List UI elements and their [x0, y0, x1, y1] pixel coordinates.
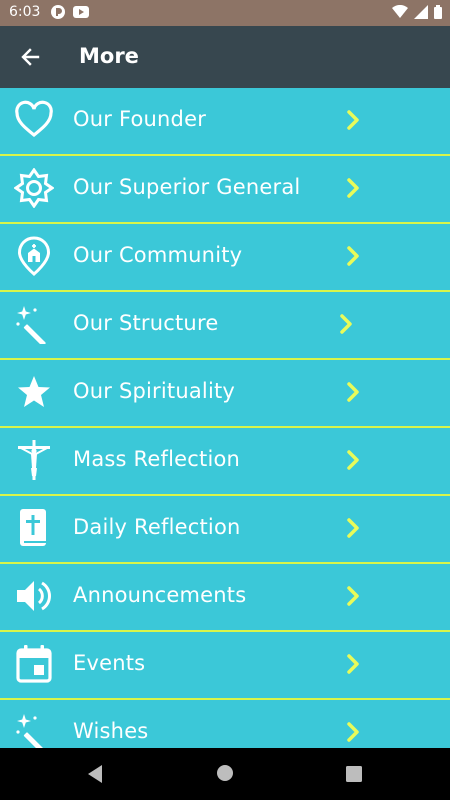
status-time: 6:03 [9, 4, 41, 20]
bible-icon [20, 509, 46, 546]
star-icon [18, 376, 50, 407]
nav-recents-icon[interactable] [346, 766, 362, 782]
status-bar: 6:03 [0, 0, 450, 26]
chevron-right-icon [347, 178, 359, 198]
menu-list: Our Founder Our Superior General Our Com… [0, 88, 450, 748]
signal-icon [414, 5, 428, 19]
arrow-back-icon [21, 48, 40, 66]
page-title: More [79, 44, 139, 68]
church-pin-icon [17, 236, 51, 276]
chevron-right-icon [347, 110, 359, 130]
status-left-icons [50, 4, 90, 20]
menu-item-label: Wishes [73, 719, 149, 743]
chevron-right-icon [347, 382, 359, 402]
app-bar: More [0, 26, 450, 88]
menu-item-label: Our Superior General [73, 175, 301, 199]
youtube-icon [73, 6, 89, 18]
menu-item-label: Our Founder [73, 107, 207, 131]
menu-item-our-structure[interactable]: Our Structure [0, 292, 450, 360]
badge-gear-icon [14, 168, 54, 208]
menu-item-events[interactable]: Events [0, 632, 450, 700]
system-nav-bar [0, 748, 450, 800]
menu-item-our-community[interactable]: Our Community [0, 224, 450, 292]
menu-item-label: Our Structure [73, 311, 219, 335]
status-right-icons [392, 5, 442, 19]
chevron-right-icon [347, 722, 359, 742]
menu-item-our-superior-general[interactable]: Our Superior General [0, 156, 450, 224]
wifi-icon [392, 5, 408, 18]
battery-icon [434, 5, 442, 19]
nav-back-icon[interactable] [86, 764, 104, 784]
chevron-right-icon [347, 450, 359, 470]
menu-item-label: Events [73, 651, 146, 675]
menu-item-daily-reflection[interactable]: Daily Reflection [0, 496, 450, 564]
heart-icon [15, 100, 53, 138]
speaker-icon [17, 581, 52, 611]
menu-item-label: Daily Reflection [73, 515, 241, 539]
menu-item-announcements[interactable]: Announcements [0, 564, 450, 632]
notification-app-icon [51, 5, 65, 19]
crucifix-icon [18, 440, 50, 480]
menu-item-label: Our Community [73, 243, 243, 267]
chevron-right-icon [347, 586, 359, 606]
menu-item-mass-reflection[interactable]: Mass Reflection [0, 428, 450, 496]
menu-item-our-spirituality[interactable]: Our Spirituality [0, 360, 450, 428]
menu-item-wishes[interactable]: Wishes [0, 700, 450, 748]
chevron-right-icon [340, 314, 352, 334]
menu-item-our-founder[interactable]: Our Founder [0, 88, 450, 156]
chevron-right-icon [347, 518, 359, 538]
menu-item-label: Our Spirituality [73, 379, 236, 403]
chevron-right-icon [347, 246, 359, 266]
back-button[interactable] [14, 41, 46, 73]
menu-item-label: Mass Reflection [73, 447, 241, 471]
magic-wand-icon [16, 714, 46, 748]
menu-item-label: Announcements [73, 583, 247, 607]
nav-home-icon[interactable] [216, 764, 234, 782]
calendar-icon [16, 645, 52, 683]
magic-wand-icon [16, 306, 46, 344]
chevron-right-icon [347, 654, 359, 674]
